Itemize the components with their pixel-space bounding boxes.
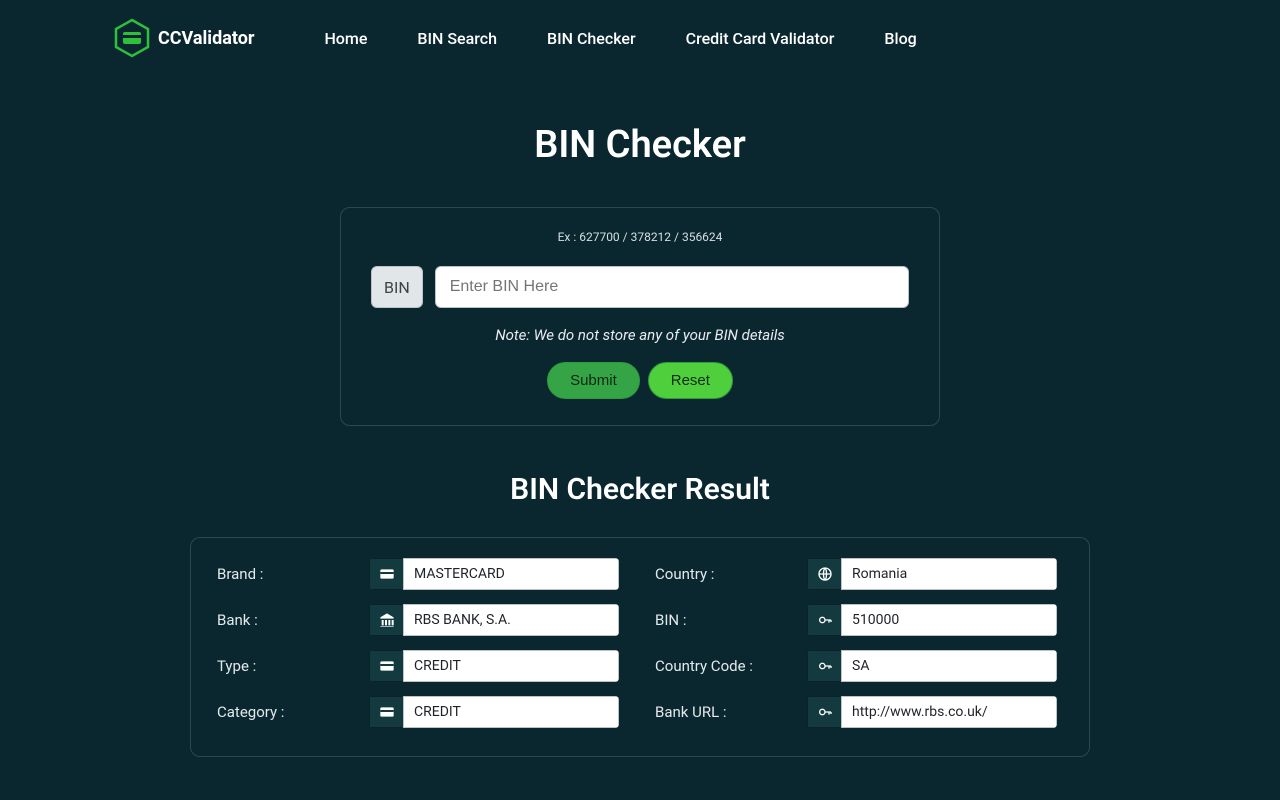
- bin-input-prefix: BIN: [371, 266, 423, 308]
- key-icon: [807, 604, 841, 636]
- top-navbar: CCValidator Home BIN Search BIN Checker …: [0, 0, 1280, 68]
- result-field: Category : CREDIT: [217, 696, 625, 728]
- bin-form-note: Note: We do not store any of your BIN de…: [371, 326, 909, 344]
- result-field-label: Type :: [217, 657, 357, 675]
- result-field-label: Bank :: [217, 611, 357, 629]
- nav-home[interactable]: Home: [324, 29, 367, 48]
- result-field: Type : CREDIT: [217, 650, 625, 682]
- result-field-value: MASTERCARD: [403, 558, 619, 590]
- result-field-label: BIN :: [655, 611, 795, 629]
- result-field: Bank : RBS BANK, S.A.: [217, 604, 625, 636]
- result-field: Country Code : SA: [655, 650, 1063, 682]
- result-field-label: Brand :: [217, 565, 357, 583]
- card-icon: [369, 650, 403, 682]
- result-field-value: Romania: [841, 558, 1057, 590]
- result-field: Country : Romania: [655, 558, 1063, 590]
- result-field-box: MASTERCARD: [369, 558, 619, 590]
- bank-icon: [369, 604, 403, 636]
- result-field-value: SA: [841, 650, 1057, 682]
- result-field-label: Bank URL :: [655, 703, 795, 721]
- key-icon: [807, 650, 841, 682]
- key-icon: [807, 696, 841, 728]
- result-field-box: http://www.rbs.co.uk/: [807, 696, 1057, 728]
- nav-bin-checker[interactable]: BIN Checker: [547, 29, 636, 48]
- brand-logo-icon: [112, 18, 152, 58]
- result-field: BIN : 510000: [655, 604, 1063, 636]
- result-field-box: 510000: [807, 604, 1057, 636]
- result-field: Bank URL : http://www.rbs.co.uk/: [655, 696, 1063, 728]
- result-field-box: SA: [807, 650, 1057, 682]
- result-col-left: Brand : MASTERCARD Bank : RBS BANK, S.A. Typ…: [217, 558, 625, 728]
- nav-bin-search[interactable]: BIN Search: [417, 29, 497, 48]
- bin-form-card: Ex : 627700 / 378212 / 356624 BIN Note: …: [340, 207, 940, 426]
- result-field-box: Romania: [807, 558, 1057, 590]
- result-field-label: Category :: [217, 703, 357, 721]
- result-field-value: CREDIT: [403, 696, 619, 728]
- result-field-value: 510000: [841, 604, 1057, 636]
- bin-input-row: BIN: [371, 266, 909, 308]
- reset-button[interactable]: Reset: [648, 362, 733, 399]
- nav-blog[interactable]: Blog: [884, 29, 916, 48]
- result-card: Brand : MASTERCARD Bank : RBS BANK, S.A. Typ…: [190, 537, 1090, 757]
- result-field-value: http://www.rbs.co.uk/: [841, 696, 1057, 728]
- result-field-box: CREDIT: [369, 696, 619, 728]
- nav-cc-validator[interactable]: Credit Card Validator: [686, 29, 835, 48]
- result-field-label: Country :: [655, 565, 795, 583]
- result-title: BIN Checker Result: [0, 472, 1280, 507]
- result-field: Brand : MASTERCARD: [217, 558, 625, 590]
- main-nav: Home BIN Search BIN Checker Credit Card …: [324, 29, 916, 48]
- card-icon: [369, 696, 403, 728]
- submit-button[interactable]: Submit: [547, 362, 640, 399]
- bin-example-text: Ex : 627700 / 378212 / 356624: [371, 230, 909, 244]
- result-field-box: CREDIT: [369, 650, 619, 682]
- result-col-right: Country : Romania BIN : 510000 Country Code …: [655, 558, 1063, 728]
- result-field-box: RBS BANK, S.A.: [369, 604, 619, 636]
- result-field-value: CREDIT: [403, 650, 619, 682]
- page-title: BIN Checker: [0, 123, 1280, 167]
- brand[interactable]: CCValidator: [112, 18, 254, 58]
- result-field-label: Country Code :: [655, 657, 795, 675]
- card-icon: [369, 558, 403, 590]
- bin-form-buttons: Submit Reset: [371, 362, 909, 399]
- brand-name: CCValidator: [158, 28, 254, 49]
- bin-input[interactable]: [435, 266, 909, 308]
- result-field-value: RBS BANK, S.A.: [403, 604, 619, 636]
- globe-icon: [807, 558, 841, 590]
